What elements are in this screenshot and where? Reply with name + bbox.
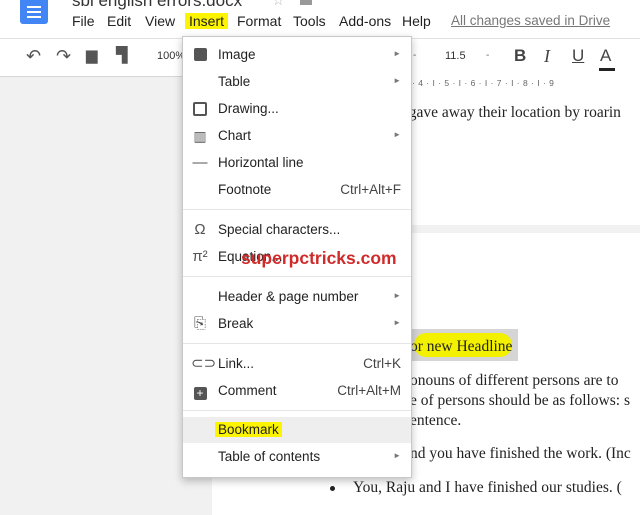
submenu-arrow-icon: ► bbox=[393, 451, 401, 460]
insert-special-characters-item[interactable]: Ω Special characters... bbox=[183, 217, 411, 243]
submenu-arrow-icon: ► bbox=[393, 318, 401, 327]
add-comment-icon: + bbox=[191, 382, 209, 400]
doc-line: nd you have finished the work. (Inc bbox=[410, 445, 631, 462]
drawing-icon bbox=[191, 100, 209, 118]
document-title[interactable]: sbi english errors.docx bbox=[72, 0, 242, 11]
insert-drawing-item[interactable]: Drawing... bbox=[183, 96, 411, 122]
watermark-text: superpctricks.com bbox=[241, 248, 397, 268]
menu-edit[interactable]: Edit bbox=[107, 13, 131, 29]
underline-button[interactable]: U bbox=[572, 46, 584, 66]
menu-divider bbox=[183, 209, 411, 210]
title-bar: sbi english errors.docx ☆ File Edit View… bbox=[0, 0, 640, 38]
save-status-link[interactable]: All changes saved in Drive bbox=[451, 13, 610, 28]
shortcut-text: Ctrl+Alt+M bbox=[337, 383, 401, 398]
menu-addons[interactable]: Add-ons bbox=[339, 13, 391, 29]
insert-footnote-item[interactable]: Footnote Ctrl+Alt+F bbox=[183, 177, 411, 203]
doc-bullet-item: You, Raju and I have finished our studie… bbox=[353, 479, 622, 496]
menu-help[interactable]: Help bbox=[402, 13, 431, 29]
undo-icon[interactable]: ↶ bbox=[26, 46, 41, 66]
chart-icon: ▥ bbox=[193, 128, 207, 144]
insert-table-of-contents-item[interactable]: Table of contents ► bbox=[183, 444, 411, 470]
insert-horizontal-line-item[interactable]: — Horizontal line bbox=[183, 150, 411, 176]
insert-header-page-number-item[interactable]: Header & page number ► bbox=[183, 284, 411, 310]
shortcut-text: Ctrl+K bbox=[363, 356, 401, 371]
doc-line: entence. bbox=[410, 412, 462, 429]
menu-divider bbox=[183, 343, 411, 344]
doc-line: onouns of different persons are to bbox=[410, 372, 619, 389]
omega-icon: Ω bbox=[194, 221, 206, 238]
bullet-dot bbox=[330, 486, 335, 491]
font-size-caret-icon[interactable]: - bbox=[486, 50, 489, 61]
link-icon: ⊂⊃ bbox=[191, 355, 217, 372]
text-color-swatch bbox=[599, 68, 615, 71]
star-icon[interactable]: ☆ bbox=[272, 0, 285, 9]
italic-button[interactable]: I bbox=[544, 46, 550, 66]
menu-format[interactable]: Format bbox=[237, 13, 281, 29]
paint-format-icon[interactable]: ▜ bbox=[116, 46, 128, 66]
menu-tools[interactable]: Tools bbox=[293, 13, 326, 29]
zoom-select[interactable]: 100% bbox=[157, 50, 185, 62]
doc-line: e gave away their location by roarin bbox=[398, 104, 621, 121]
insert-comment-item[interactable]: + Comment Ctrl+Alt+M bbox=[183, 378, 411, 404]
doc-line: e of persons should be as follows: s bbox=[410, 392, 630, 409]
folder-icon[interactable] bbox=[300, 0, 312, 5]
docs-logo-icon[interactable] bbox=[20, 0, 48, 24]
font-caret-icon[interactable]: - bbox=[413, 50, 416, 61]
insert-break-item[interactable]: ⎘ Break ► bbox=[183, 311, 411, 337]
insert-image-item[interactable]: Image ► bbox=[183, 42, 411, 68]
shortcut-text: Ctrl+Alt+F bbox=[340, 182, 401, 197]
insert-link-item[interactable]: ⊂⊃ Link... Ctrl+K bbox=[183, 351, 411, 377]
menu-divider bbox=[183, 410, 411, 411]
submenu-arrow-icon: ► bbox=[393, 130, 401, 139]
insert-table-item[interactable]: Table ► bbox=[183, 69, 411, 95]
redo-icon[interactable]: ↷ bbox=[56, 46, 71, 66]
image-icon bbox=[191, 46, 209, 64]
submenu-arrow-icon: ► bbox=[393, 76, 401, 85]
horizontal-line-icon: — bbox=[192, 154, 208, 171]
ruler[interactable]: 3 · I · 4 · I · 5 · I · 6 · I · 7 · I · … bbox=[392, 76, 640, 90]
menu-divider bbox=[183, 276, 411, 277]
doc-headline: or new Headline bbox=[410, 338, 513, 355]
pi-icon: π² bbox=[192, 248, 208, 265]
menu-view[interactable]: View bbox=[145, 13, 175, 29]
print-icon[interactable]: ▆ bbox=[86, 46, 98, 66]
bold-button[interactable]: B bbox=[514, 46, 526, 66]
menu-file[interactable]: File bbox=[72, 13, 95, 29]
text-color-button[interactable]: A bbox=[600, 46, 611, 66]
submenu-arrow-icon: ► bbox=[393, 49, 401, 58]
submenu-arrow-icon: ► bbox=[393, 291, 401, 300]
menu-insert[interactable]: Insert bbox=[185, 13, 229, 29]
insert-bookmark-item[interactable]: Bookmark bbox=[183, 417, 411, 443]
page-break-icon: ⎘ bbox=[193, 315, 206, 332]
insert-chart-item[interactable]: ▥ Chart ► bbox=[183, 123, 411, 149]
bookmark-label: Bookmark bbox=[215, 422, 282, 437]
font-size-select[interactable]: 11.5 bbox=[445, 50, 466, 62]
